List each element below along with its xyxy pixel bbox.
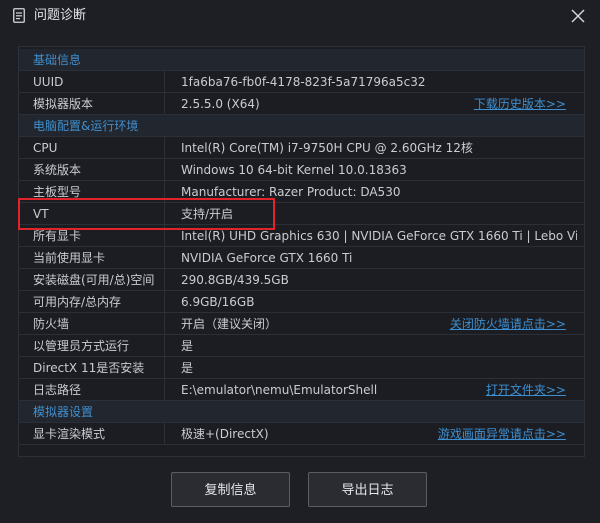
row-key: 防火墙 [33,317,70,331]
row-key: 当前使用显卡 [33,251,106,265]
column-divider [164,181,165,203]
row-key: 显卡渲染模式 [33,427,106,441]
close-firewall-link[interactable]: 关闭防火墙请点击>> [450,313,566,335]
column-divider [164,225,165,247]
column-divider [164,159,165,181]
row-key: DirectX 11是否安装 [33,361,145,375]
row-value: 1fa6ba76-fb0f-4178-823f-5a71796a5c32 [181,75,426,89]
table-row-firewall: 防火墙 开启（建议关闭） 关闭防火墙请点击>> [19,313,584,335]
window-title: 问题诊断 [34,8,87,23]
download-history-link[interactable]: 下载历史版本>> [474,93,566,115]
table-row-render-mode: 显卡渲染模式 极速+(DirectX) 游戏画面异常请点击>> [19,423,584,445]
table-row-motherboard: 主板型号 Manufacturer: Razer Product: DA530 [19,181,584,203]
row-key: 所有显卡 [33,229,82,243]
section-label: 电脑配置&运行环境 [33,119,139,133]
column-divider [164,269,165,291]
row-value: 6.9GB/16GB [181,295,255,309]
column-divider [164,291,165,313]
row-key: 安装磁盘(可用/总)空间 [33,273,155,287]
row-value: Intel(R) Core(TM) i7-9750H CPU @ 2.60GHz… [181,141,473,155]
table-row-os-version: 系统版本 Windows 10 64-bit Kernel 10.0.18363 [19,159,584,181]
copy-info-button[interactable]: 复制信息 [171,472,290,507]
column-divider [164,93,165,115]
render-issue-link[interactable]: 游戏画面异常请点击>> [438,423,566,445]
column-divider [164,247,165,269]
column-divider [164,137,165,159]
open-folder-link[interactable]: 打开文件夹>> [486,379,566,401]
row-value: Windows 10 64-bit Kernel 10.0.18363 [181,163,407,177]
info-panel[interactable]: 基础信息 UUID 1fa6ba76-fb0f-4178-823f-5a7179… [18,46,585,457]
row-key: 系统版本 [33,163,82,177]
table-row-disk-space: 安装磁盘(可用/总)空间 290.8GB/439.5GB [19,269,584,291]
document-icon [13,8,25,23]
export-log-button[interactable]: 导出日志 [308,472,427,507]
table-row-memory: 可用内存/总内存 6.9GB/16GB [19,291,584,313]
column-divider [164,335,165,357]
table-row-uuid: UUID 1fa6ba76-fb0f-4178-823f-5a71796a5c3… [19,71,584,93]
row-value: Manufacturer: Razer Product: DA530 [181,185,401,199]
section-pc-config: 电脑配置&运行环境 [19,115,584,137]
close-icon[interactable] [566,4,590,28]
row-value: 支持/开启 [181,207,234,221]
row-key: UUID [33,75,64,89]
section-emulator-settings: 模拟器设置 [19,401,584,423]
row-key: 以管理员方式运行 [33,339,130,353]
column-divider [164,71,165,93]
row-value: NVIDIA GeForce GTX 1660 Ti [181,251,353,265]
table-row-directx: DirectX 11是否安装 是 [19,357,584,379]
table-row-cpu: CPU Intel(R) Core(TM) i7-9750H CPU @ 2.6… [19,137,584,159]
column-divider [164,423,165,445]
table-row-all-gpus: 所有显卡 Intel(R) UHD Graphics 630 | NVIDIA … [19,225,584,247]
table-row-current-gpu: 当前使用显卡 NVIDIA GeForce GTX 1660 Ti [19,247,584,269]
row-key: 日志路径 [33,383,82,397]
row-value: 290.8GB/439.5GB [181,273,289,287]
row-key: 模拟器版本 [33,97,94,111]
column-divider [164,379,165,401]
table-row-emulator-version: 模拟器版本 2.5.5.0 (X64) 下载历史版本>> [19,93,584,115]
row-key: CPU [33,141,58,155]
section-label: 模拟器设置 [33,405,94,419]
row-value: 是 [181,339,194,353]
row-value: Intel(R) UHD Graphics 630 | NVIDIA GeFor… [181,229,577,243]
column-divider [164,357,165,379]
row-key: 可用内存/总内存 [33,295,122,309]
title-bar: 问题诊断 [0,0,600,32]
table-row-vt: VT 支持/开启 [19,203,584,225]
table-row-log-path: 日志路径 E:\emulator\nemu\EmulatorShell 打开文件… [19,379,584,401]
column-divider [164,203,165,225]
row-key: 主板型号 [33,185,82,199]
row-key: VT [33,207,49,221]
section-basic-info: 基础信息 [19,49,584,71]
table-row-run-as-admin: 以管理员方式运行 是 [19,335,584,357]
section-label: 基础信息 [33,53,82,67]
column-divider [164,313,165,335]
row-value: 是 [181,361,194,375]
